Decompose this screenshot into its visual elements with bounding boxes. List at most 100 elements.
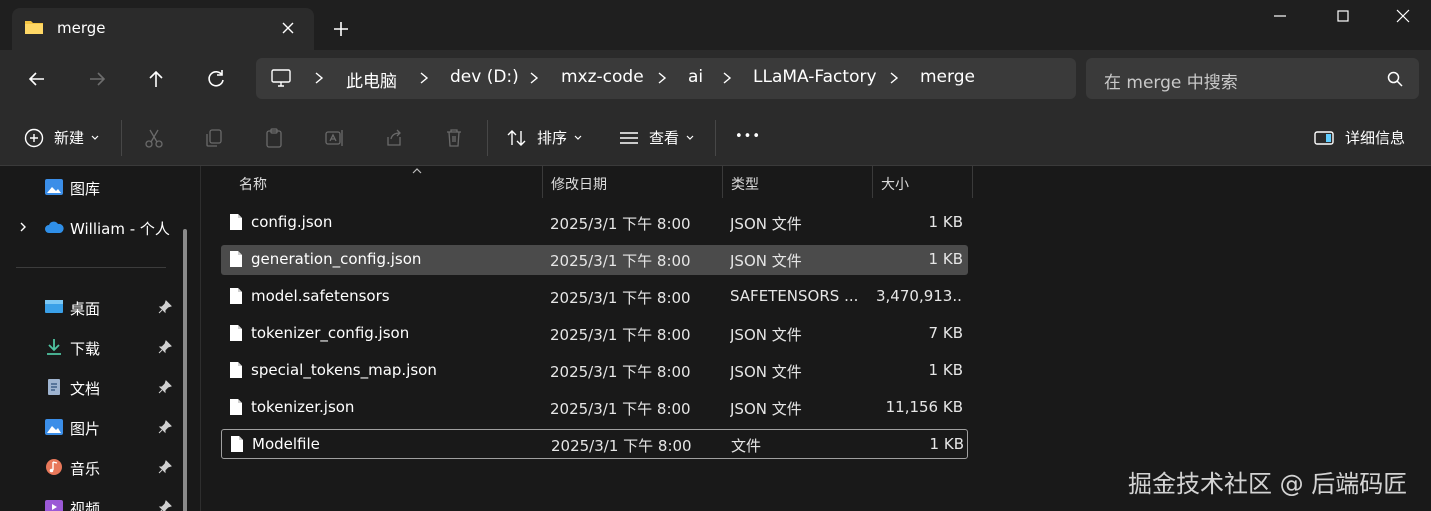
file-name: Modelfile bbox=[252, 435, 320, 453]
breadcrumb-this-pc[interactable]: 此电脑 bbox=[346, 67, 397, 92]
file-date: 2025/3/1 下午 8:00 bbox=[550, 289, 691, 307]
file-row[interactable]: model.safetensors 2025/3/1 下午 8:00 SAFET… bbox=[221, 282, 968, 312]
maximize-icon[interactable] bbox=[1323, 4, 1363, 28]
sidebar-item-documents[interactable]: 文档 bbox=[0, 370, 180, 404]
file-size: 3,470,913... bbox=[876, 287, 963, 305]
sidebar-item-gallery[interactable]: 图库 bbox=[0, 170, 180, 204]
chevron-right-icon bbox=[530, 72, 539, 84]
file-size: 1 KB bbox=[928, 213, 963, 231]
sidebar-item-onedrive[interactable]: William - 个人 bbox=[0, 210, 180, 244]
column-header-size[interactable]: 大小 bbox=[873, 166, 973, 198]
toolbar-divider bbox=[487, 120, 488, 156]
file-row[interactable]: tokenizer_config.json 2025/3/1 下午 8:00 J… bbox=[221, 319, 968, 349]
chevron-right-icon bbox=[420, 72, 429, 84]
details-label: 详细信息 bbox=[1345, 129, 1406, 147]
sort-arrows-icon bbox=[507, 129, 526, 146]
tab-merge[interactable]: merge bbox=[12, 8, 314, 50]
command-bar: 新建 排序 查看 ••• 详细信息 bbox=[0, 108, 1431, 166]
sort-button[interactable]: 排序 bbox=[506, 127, 583, 148]
rename-icon[interactable] bbox=[323, 127, 345, 149]
refresh-icon[interactable] bbox=[201, 64, 231, 94]
close-window-icon[interactable] bbox=[1383, 4, 1423, 28]
new-button[interactable]: 新建 bbox=[24, 127, 100, 148]
view-label: 查看 bbox=[649, 129, 680, 147]
file-row[interactable]: Modelfile 2025/3/1 下午 8:00 文件 1 KB bbox=[221, 429, 968, 459]
title-bar: merge bbox=[0, 0, 1431, 50]
chevron-down-icon bbox=[574, 135, 582, 140]
pin-icon[interactable] bbox=[158, 300, 172, 314]
pin-icon[interactable] bbox=[158, 380, 172, 394]
minimize-icon[interactable] bbox=[1260, 4, 1300, 28]
sidebar-item-videos[interactable]: 视频 bbox=[0, 490, 180, 511]
forward-icon[interactable] bbox=[82, 64, 112, 94]
file-icon bbox=[231, 436, 243, 452]
chevron-down-icon bbox=[91, 135, 99, 140]
column-header-date[interactable]: 修改日期 bbox=[543, 166, 723, 198]
search-icon bbox=[1387, 71, 1403, 87]
delete-icon[interactable] bbox=[443, 127, 465, 149]
file-size: 1 KB bbox=[929, 435, 964, 453]
breadcrumb-mxz-code[interactable]: mxz-code bbox=[561, 67, 644, 87]
file-row[interactable]: special_tokens_map.json 2025/3/1 下午 8:00… bbox=[221, 356, 968, 386]
chevron-right-icon bbox=[723, 72, 732, 84]
paste-icon[interactable] bbox=[263, 127, 285, 149]
desktop-icon bbox=[45, 300, 63, 313]
file-row[interactable]: config.json 2025/3/1 下午 8:00 JSON 文件 1 K… bbox=[221, 208, 968, 238]
file-name: tokenizer.json bbox=[251, 398, 355, 416]
file-date: 2025/3/1 下午 8:00 bbox=[551, 437, 692, 455]
column-header-label: 大小 bbox=[881, 177, 909, 193]
chevron-right-icon[interactable] bbox=[18, 221, 28, 233]
sidebar-item-label: 音乐 bbox=[70, 460, 101, 478]
file-icon bbox=[230, 214, 242, 230]
column-header-type[interactable]: 类型 bbox=[723, 166, 873, 198]
sidebar-item-music[interactable]: 音乐 bbox=[0, 450, 180, 484]
view-button[interactable]: 查看 bbox=[618, 127, 695, 148]
new-label: 新建 bbox=[54, 129, 85, 147]
file-type: 文件 bbox=[731, 437, 762, 455]
file-date: 2025/3/1 下午 8:00 bbox=[550, 400, 691, 418]
breadcrumb-llama-factory[interactable]: LLaMA-Factory bbox=[753, 67, 877, 87]
new-plus-circle-icon bbox=[24, 128, 44, 147]
sidebar-item-downloads[interactable]: 下载 bbox=[0, 330, 180, 364]
file-row[interactable]: tokenizer.json 2025/3/1 下午 8:00 JSON 文件 … bbox=[221, 393, 968, 423]
file-type: JSON 文件 bbox=[730, 363, 802, 381]
copy-icon[interactable] bbox=[203, 127, 225, 149]
file-icon bbox=[230, 399, 242, 415]
new-tab-icon[interactable] bbox=[330, 18, 352, 40]
pin-icon[interactable] bbox=[158, 500, 172, 511]
sidebar-item-desktop[interactable]: 桌面 bbox=[0, 290, 180, 324]
file-list-view: 名称 修改日期 类型 大小 config.json 2025/3/1 下午 8:… bbox=[200, 166, 1431, 511]
file-row[interactable]: generation_config.json 2025/3/1 下午 8:00 … bbox=[221, 245, 968, 275]
sidebar-item-pictures[interactable]: 图片 bbox=[0, 410, 180, 444]
file-explorer-window: merge 此电脑 dev (D:) mxz-code ai LLaMA-Fac… bbox=[0, 0, 1431, 511]
up-icon[interactable] bbox=[141, 64, 171, 94]
back-icon[interactable] bbox=[22, 64, 52, 94]
column-header-name[interactable]: 名称 bbox=[231, 166, 543, 198]
column-header-label: 类型 bbox=[731, 177, 759, 193]
cut-icon[interactable] bbox=[143, 127, 165, 149]
sidebar-item-label: 图库 bbox=[70, 180, 101, 198]
address-row: 此电脑 dev (D:) mxz-code ai LLaMA-Factory m… bbox=[0, 50, 1431, 108]
more-options-button[interactable]: ••• bbox=[735, 129, 761, 144]
pin-icon[interactable] bbox=[158, 420, 172, 434]
search-box[interactable]: 在 merge 中搜索 bbox=[1086, 58, 1419, 99]
file-icon bbox=[230, 325, 242, 341]
sidebar-scrollbar[interactable] bbox=[183, 229, 187, 511]
pin-icon[interactable] bbox=[158, 340, 172, 354]
breadcrumb-merge[interactable]: merge bbox=[920, 67, 975, 87]
details-pane-button[interactable]: 详细信息 bbox=[1313, 127, 1405, 148]
file-icon bbox=[230, 251, 242, 267]
file-type: JSON 文件 bbox=[730, 252, 802, 270]
folder-icon bbox=[25, 21, 43, 34]
chevron-right-icon bbox=[658, 72, 667, 84]
file-type: JSON 文件 bbox=[730, 400, 802, 418]
share-icon[interactable] bbox=[383, 127, 405, 149]
breadcrumb-drive[interactable]: dev (D:) bbox=[450, 67, 519, 87]
close-tab-icon[interactable] bbox=[278, 18, 298, 38]
file-name: special_tokens_map.json bbox=[251, 361, 437, 379]
pin-icon[interactable] bbox=[158, 460, 172, 474]
toolbar-divider bbox=[715, 120, 716, 156]
address-bar[interactable]: 此电脑 dev (D:) mxz-code ai LLaMA-Factory m… bbox=[256, 58, 1076, 99]
file-name: config.json bbox=[251, 213, 333, 231]
breadcrumb-ai[interactable]: ai bbox=[688, 67, 703, 87]
